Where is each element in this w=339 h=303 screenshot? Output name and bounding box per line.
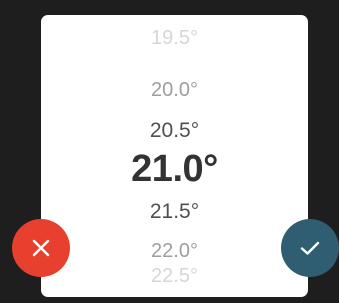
check-icon [300,241,320,255]
picker-selected-value[interactable]: 21.0° [41,150,308,188]
temperature-picker-card: 19.5° 20.0° 20.5° 21.0° 21.5° 22.0° 22.5… [41,15,308,297]
picker-option-19-5[interactable]: 19.5° [41,28,308,48]
close-icon [32,239,50,257]
picker-option-22-5[interactable]: 22.5° [41,266,308,286]
confirm-button[interactable] [281,219,339,277]
picker-option-20-0[interactable]: 20.0° [41,80,308,100]
cancel-button[interactable] [12,219,70,277]
picker-option-22-0[interactable]: 22.0° [41,241,308,261]
picker-option-20-5[interactable]: 20.5° [41,120,308,141]
picker-option-21-5[interactable]: 21.5° [41,201,308,222]
